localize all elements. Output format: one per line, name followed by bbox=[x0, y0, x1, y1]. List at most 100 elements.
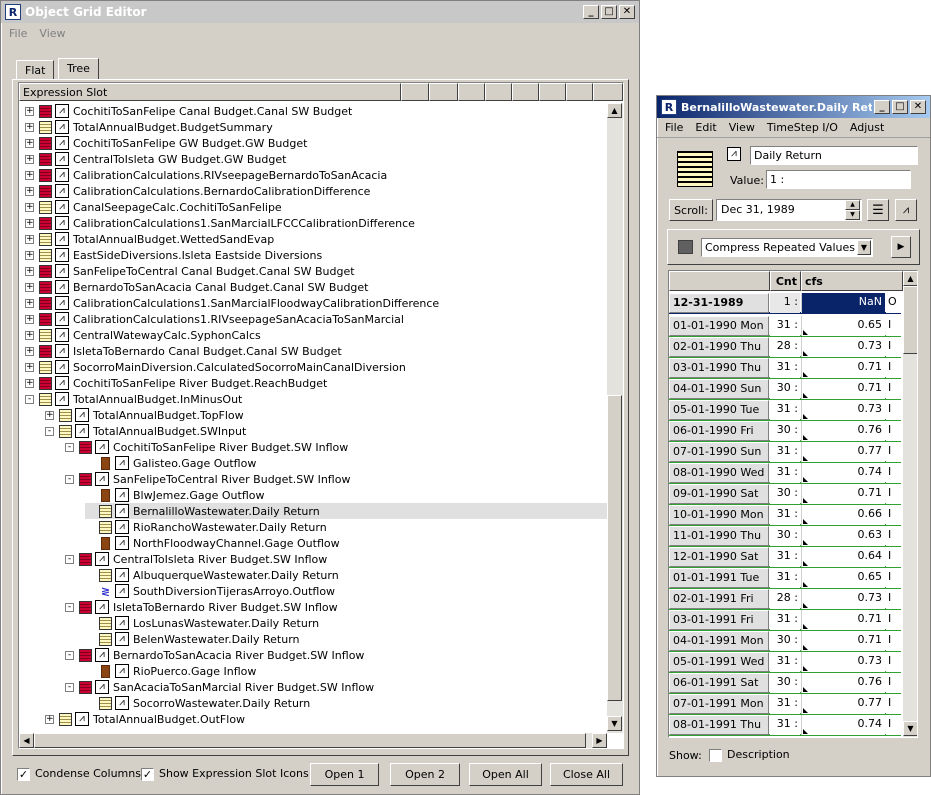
row-value[interactable]: 0.65 bbox=[801, 316, 885, 336]
minimize-button[interactable]: _ bbox=[583, 5, 599, 19]
tree-row[interactable]: + ⩘ CanalSeepageCalc.CochitiToSanFelipe bbox=[25, 199, 607, 215]
row-value[interactable]: 0.71 bbox=[801, 379, 885, 399]
row-date[interactable]: 12-31-1989 Sun bbox=[669, 293, 769, 327]
tree-row[interactable]: - ⩘ SanAcaciaToSanMarcial River Budget.SW … bbox=[65, 679, 607, 695]
tree-row[interactable]: - ⩘ CentralToIsleta River Budget.SW Inflow bbox=[65, 551, 607, 567]
row-value[interactable]: 0.63 bbox=[801, 526, 885, 546]
collapse-icon[interactable]: - bbox=[65, 554, 74, 564]
units-column-header[interactable]: cfs bbox=[801, 271, 903, 291]
tree-row[interactable]: ⩘ BelenWastewater.Daily Return bbox=[85, 631, 607, 647]
row-value[interactable]: 0.73 bbox=[801, 652, 885, 672]
row-value[interactable]: 0.74 bbox=[801, 715, 885, 735]
column-header-6[interactable] bbox=[512, 83, 539, 101]
row-date[interactable]: 11-01-1990 Thu bbox=[669, 526, 769, 546]
expand-icon[interactable]: + bbox=[25, 202, 34, 212]
tree-row[interactable]: + ⩘ CalibrationCalculations.BernardoCalibr… bbox=[25, 183, 607, 199]
tree-row[interactable]: - ⩘ CochitiToSanFelipe River Budget.SW Inf… bbox=[65, 439, 607, 455]
row-date[interactable]: 08-01-1990 Wed bbox=[669, 463, 769, 483]
tree-row[interactable]: ⩘ RioRanchoWastewater.Daily Return bbox=[85, 519, 607, 535]
scroll-button[interactable]: Scroll: bbox=[669, 199, 713, 221]
expand-icon[interactable]: + bbox=[25, 218, 34, 228]
grid-row[interactable]: 03-01-1990 Thu 31 :0.71 I bbox=[669, 358, 901, 379]
cnt-column-header[interactable]: Cnt bbox=[770, 271, 801, 291]
close-all-button[interactable]: Close All bbox=[550, 763, 623, 786]
grid-row[interactable]: 12-01-1990 Sat 31 :0.64 I bbox=[669, 547, 901, 568]
tree-row[interactable]: - ⩘ TotalAnnualBudget.InMinusOut bbox=[25, 391, 607, 407]
compress-toggle-icon[interactable] bbox=[678, 240, 693, 254]
tree-row[interactable]: ⩘ SocorroWastewater.Daily Return bbox=[85, 695, 607, 711]
tree-row[interactable]: + ⩘ IsletaToBernardo Canal Budget.Canal SW… bbox=[25, 343, 607, 359]
grid-row[interactable]: 01-01-1990 Mon 31 :0.65 I bbox=[669, 316, 901, 337]
grid-row[interactable]: 07-01-1991 Mon 31 :0.77 I bbox=[669, 694, 901, 715]
expand-icon[interactable]: + bbox=[25, 106, 34, 116]
scroll-thumb[interactable] bbox=[607, 395, 622, 701]
menu-view[interactable]: View bbox=[33, 27, 71, 40]
row-value[interactable]: 0.77 bbox=[801, 694, 885, 714]
grid-vertical-scrollbar[interactable]: ▲ ▼ bbox=[903, 271, 917, 737]
row-value[interactable]: 0.64 bbox=[801, 547, 885, 567]
tree-row[interactable]: + ⩘ BernardoToSanAcacia Canal Budget.Canal… bbox=[25, 279, 607, 295]
tree-row[interactable]: ⩘ RioPuerco.Gage Inflow bbox=[85, 663, 607, 679]
scroll-up-arrow-icon[interactable]: ▲ bbox=[903, 271, 917, 286]
expand-icon[interactable]: + bbox=[25, 266, 34, 276]
tree-row[interactable]: + ⩘ CochitiToSanFelipe River Budget.ReachB… bbox=[25, 375, 607, 391]
expand-icon[interactable]: + bbox=[25, 250, 34, 260]
expand-icon[interactable]: + bbox=[25, 362, 34, 372]
row-date[interactable]: 07-01-1991 Mon bbox=[669, 694, 769, 714]
column-header-2[interactable] bbox=[401, 83, 429, 101]
tree-row[interactable]: ⩘ BlwJemez.Gage Outflow bbox=[85, 487, 607, 503]
column-header-7[interactable] bbox=[539, 83, 566, 101]
menu-adjust[interactable]: Adjust bbox=[844, 121, 890, 134]
tree-row[interactable]: + ⩘ CochitiToSanFelipe GW Budget.GW Budget bbox=[25, 135, 607, 151]
menu-file[interactable]: File bbox=[659, 121, 689, 134]
table-view-icon[interactable]: ☰ bbox=[867, 199, 889, 221]
row-value[interactable]: 0.73 bbox=[801, 400, 885, 420]
scroll-up-arrow-icon[interactable]: ▲ bbox=[607, 103, 622, 118]
play-button-icon[interactable]: ▶ bbox=[891, 236, 911, 258]
expand-icon[interactable]: + bbox=[25, 298, 34, 308]
expand-icon[interactable]: + bbox=[25, 346, 34, 356]
slot-name-field[interactable]: Daily Return bbox=[750, 146, 918, 165]
tab-flat[interactable]: Flat bbox=[16, 60, 55, 80]
hscroll-thumb[interactable] bbox=[34, 733, 586, 748]
description-checkbox[interactable]: Description bbox=[709, 748, 790, 762]
row-value[interactable]: 0.73 bbox=[801, 589, 885, 609]
date-spin-down-icon[interactable]: ▼ bbox=[845, 210, 860, 220]
expand-icon[interactable]: + bbox=[25, 122, 34, 132]
tree-row[interactable]: + ⩘ CentralWatewayCalc.SyphonCalcs bbox=[25, 327, 607, 343]
tree-row[interactable]: ≷ ⩘ SouthDiversionTijerasArroyo.Outflow bbox=[85, 583, 607, 599]
collapse-icon[interactable]: - bbox=[65, 682, 74, 692]
row-date[interactable]: 01-01-1991 Tue bbox=[669, 568, 769, 588]
tree-row[interactable]: + ⩘ TotalAnnualBudget.OutFlow bbox=[45, 711, 607, 727]
row-date[interactable]: 03-01-1991 Fri bbox=[669, 610, 769, 630]
expand-icon[interactable]: + bbox=[25, 314, 34, 324]
tree-row[interactable]: ⩘ Galisteo.Gage Outflow bbox=[85, 455, 607, 471]
compress-select[interactable]: Compress Repeated Values ▼ bbox=[701, 238, 873, 257]
grid-scroll-thumb[interactable] bbox=[903, 286, 917, 354]
menu-edit[interactable]: Edit bbox=[689, 121, 722, 134]
tree-row[interactable]: + ⩘ CalibrationCalculations1.SanMarcialLFC… bbox=[25, 215, 607, 231]
grid-row[interactable]: 04-01-1990 Sun 30 :0.71 I bbox=[669, 379, 901, 400]
value-field[interactable]: 1 : bbox=[766, 170, 911, 189]
grid-row[interactable]: 06-01-1990 Fri 30 :0.76 I bbox=[669, 421, 901, 442]
row-date[interactable]: 10-01-1990 Mon bbox=[669, 505, 769, 525]
maximize-button[interactable]: □ bbox=[601, 5, 617, 19]
row-value[interactable]: 0.76 bbox=[801, 421, 885, 441]
grid-row[interactable]: 08-01-1991 Thu 31 :0.74 I bbox=[669, 715, 901, 736]
column-header-8[interactable] bbox=[566, 83, 593, 101]
row-value[interactable]: 0.77 bbox=[801, 442, 885, 462]
expand-icon[interactable]: + bbox=[25, 282, 34, 292]
tree-row[interactable]: - ⩘ TotalAnnualBudget.SWInput bbox=[45, 423, 607, 439]
grid-row[interactable]: 04-01-1991 Mon 30 :0.71 I bbox=[669, 631, 901, 652]
tree-vertical-scrollbar[interactable]: ▲ ▼ bbox=[607, 103, 623, 733]
column-header-4[interactable] bbox=[458, 83, 485, 101]
title-bar[interactable]: R Object Grid Editor _ □ ✕ bbox=[1, 1, 639, 23]
grid-row[interactable]: 06-01-1991 Sat 30 :0.76 I bbox=[669, 673, 901, 694]
tree-row[interactable]: + ⩘ CentralToIsleta GW Budget.GW Budget bbox=[25, 151, 607, 167]
menu-timestep-io[interactable]: TimeStep I/O bbox=[761, 121, 844, 134]
collapse-icon[interactable]: - bbox=[65, 650, 74, 660]
grid-row[interactable]: 03-01-1991 Fri 31 :0.71 I bbox=[669, 610, 901, 631]
row-date[interactable]: 05-01-1990 Tue bbox=[669, 400, 769, 420]
scroll-right-arrow-icon[interactable]: ▶ bbox=[592, 733, 607, 748]
grid-row[interactable]: 07-01-1990 Sun 31 :0.77 I bbox=[669, 442, 901, 463]
